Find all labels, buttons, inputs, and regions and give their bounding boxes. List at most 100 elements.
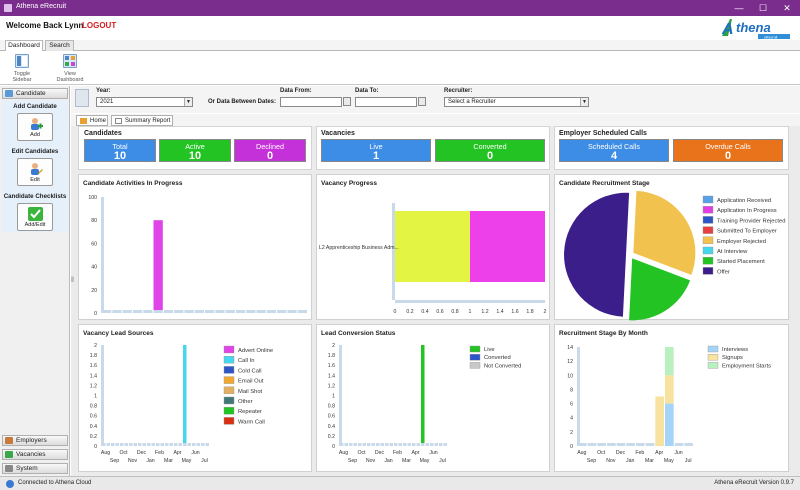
base-slot (587, 443, 597, 446)
x-tick-label: Aug (101, 450, 110, 456)
candidate-checklists-button[interactable]: Add/Edit (17, 203, 53, 231)
legend-label: Submitted To Employer (717, 229, 777, 235)
legend-label: Training Provider Rejected (717, 218, 785, 224)
x-tick-label: Mar (164, 458, 173, 464)
tab-summary-report[interactable]: Summary Report (111, 115, 173, 126)
tab-home[interactable]: Home (76, 115, 108, 126)
y-tick-label: 100 (88, 195, 97, 201)
edit-person-icon (28, 162, 43, 176)
lead-sources-chart: 0 0.2 0.4 0.6 0.8 1 1.2 1.4 1.6 1.8 2 Aug Oct Dec Feb A… (90, 343, 273, 464)
home-icon (80, 118, 87, 124)
legend-swatch (223, 345, 235, 354)
add-candidate-button[interactable]: Add (17, 113, 53, 141)
base-slot (256, 310, 266, 313)
x-tick-label: 1.8 (526, 309, 533, 315)
y-tick-label: 0.4 (328, 424, 335, 430)
kpi-active[interactable]: Active 10 (159, 139, 231, 162)
recruiter-select[interactable]: Select a Recruiter ▼ (444, 97, 589, 107)
between-dates-label: Or Data Between Dates: (208, 99, 277, 105)
base-slot (340, 443, 344, 446)
base-slot (156, 443, 160, 446)
close-button[interactable]: ✕ (776, 1, 798, 15)
base-slot (578, 443, 587, 446)
toggle-sidebar-button[interactable]: Toggle Sidebar (6, 54, 38, 83)
data-to-input[interactable] (355, 97, 417, 107)
kpi-scheduled-value: 4 (610, 150, 618, 162)
data-from-input[interactable] (280, 97, 342, 107)
athena-logo: A thena eRecruit (718, 16, 794, 40)
x-tick-label: Jan (146, 458, 154, 464)
data-to-label: Data To: (355, 88, 379, 94)
view-dashboard-button[interactable]: View Dashboard (50, 54, 90, 83)
y-tick-label: 0 (94, 444, 97, 450)
y-tick-label: 0.2 (328, 434, 335, 440)
kpi-converted[interactable]: Converted 0 (435, 139, 545, 162)
legend-label: Other (238, 399, 253, 405)
calendar-icon[interactable] (343, 97, 351, 106)
legend-swatch (469, 345, 481, 353)
x-tick-label: 0.4 (421, 309, 428, 315)
edit-candidates-button[interactable]: Edit (17, 158, 53, 186)
base-slot (102, 310, 112, 313)
vacancy-progress-panel: Vacancy Progress L2 Apprenticeship Busin… (316, 174, 550, 320)
x-tick-label: Sep (348, 458, 357, 464)
base-slot (225, 310, 235, 313)
base-slot (367, 443, 371, 446)
minimize-button[interactable]: — (728, 1, 750, 15)
kpi-live-value: 1 (372, 150, 380, 162)
year-select[interactable]: 2021 ▼ (96, 97, 193, 107)
employers-icon (5, 437, 13, 444)
x-tick-label: Jul (685, 458, 692, 464)
vacancy-progress-chart: L2 Apprenticeship Business Adm... 0 0.2 0.4… (319, 203, 547, 315)
x-tick-label: Mar (402, 458, 411, 464)
sidebar-employers-header[interactable]: Employers (2, 435, 68, 446)
legend-swatch (707, 362, 719, 369)
y-tick-label: 60 (91, 241, 97, 247)
base-slot (425, 443, 429, 446)
base-slot (196, 443, 200, 446)
base-slot (645, 443, 655, 446)
base-slot (151, 443, 155, 446)
kpi-declined[interactable]: Declined 0 (234, 139, 306, 162)
pie-slice (564, 192, 630, 317)
lead-conversion-panel: Lead Conversion Status 0 0.2 0.4 0.6 0.8 1 1.2… (316, 324, 550, 472)
kpi-scheduled-calls[interactable]: Scheduled Calls 4 (559, 139, 669, 162)
legend-label: Employer Rejected (717, 239, 766, 245)
y-tick-label: 1 (332, 394, 335, 400)
logout-link[interactable]: LOGOUT (82, 21, 116, 30)
y-tick-label: 1.6 (328, 363, 335, 369)
x-axis (395, 300, 545, 303)
y-tick-label: 2 (570, 430, 573, 436)
tab-search[interactable]: Search (45, 40, 74, 51)
year-value: 2021 (100, 99, 114, 105)
y-tick-label: 1.2 (328, 383, 335, 389)
base-slot (174, 443, 178, 446)
sidebar-vacancies-header[interactable]: Vacancies (2, 449, 68, 460)
welcome-text: Welcome Back Lynn (6, 21, 84, 30)
x-tick-label: Jul (439, 458, 446, 464)
vacancies-kpi-title: Vacancies (321, 130, 355, 137)
base-slot (362, 443, 366, 446)
calendar-icon[interactable] (418, 97, 426, 106)
base-slot (187, 443, 191, 446)
sidebar-system-header[interactable]: System (2, 463, 68, 474)
base-slot (403, 443, 407, 446)
sidebar-splitter[interactable]: ⦀ (71, 277, 75, 287)
x-tick-label: Nov (128, 458, 138, 464)
base-slot (129, 443, 133, 446)
kpi-total[interactable]: Total 10 (84, 139, 156, 162)
kpi-overdue-calls[interactable]: Overdue Calls 0 (673, 139, 783, 162)
legend-label: Call In (238, 358, 254, 364)
legend-swatch (702, 236, 714, 244)
y-tick-label: 0.8 (328, 404, 335, 410)
sidebar-candidate-header[interactable]: Candidate (2, 88, 68, 99)
x-tick-label: Feb (155, 450, 164, 456)
maximize-button[interactable]: ☐ (752, 1, 774, 15)
y-tick-label: 2 (332, 343, 335, 349)
sidebar-candidate-label: Candidate (16, 90, 46, 97)
bar (153, 220, 163, 310)
legend-swatch (702, 216, 714, 224)
y-tick-label: 8 (570, 387, 573, 393)
y-axis (101, 345, 104, 446)
kpi-live[interactable]: Live 1 (321, 139, 431, 162)
